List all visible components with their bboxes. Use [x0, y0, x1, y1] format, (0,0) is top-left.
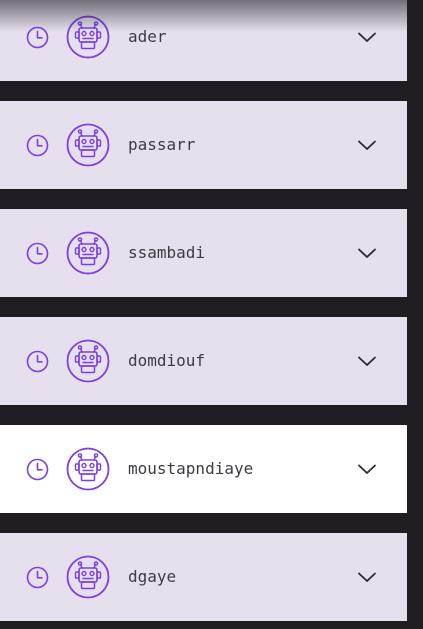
- chevron-down-icon[interactable]: [356, 461, 378, 477]
- robot-icon: [66, 123, 110, 167]
- user-row[interactable]: ader: [0, 0, 407, 81]
- robot-icon: [66, 339, 110, 383]
- user-row[interactable]: dgaye: [0, 533, 407, 621]
- clock-icon: [26, 26, 49, 49]
- robot-icon: [66, 447, 110, 491]
- username-label: ader: [128, 27, 167, 46]
- robot-icon: [66, 555, 110, 599]
- scroll-gutter: [407, 0, 423, 629]
- robot-icon: [66, 231, 110, 275]
- username-label: dgaye: [128, 567, 177, 586]
- username-label: ssambadi: [128, 243, 206, 262]
- chevron-down-icon[interactable]: [356, 245, 378, 261]
- clock-icon: [26, 566, 49, 589]
- robot-icon: [66, 15, 110, 59]
- username-label: domdiouf: [128, 351, 206, 370]
- clock-icon: [26, 350, 49, 373]
- username-label: moustapndiaye: [128, 459, 254, 478]
- user-row[interactable]: passarr: [0, 101, 407, 189]
- clock-icon: [26, 242, 49, 265]
- chevron-down-icon[interactable]: [356, 137, 378, 153]
- chevron-down-icon[interactable]: [356, 29, 378, 45]
- user-row[interactable]: moustapndiaye: [0, 425, 407, 513]
- user-row[interactable]: domdiouf: [0, 317, 407, 405]
- clock-icon: [26, 458, 49, 481]
- clock-icon: [26, 134, 49, 157]
- user-row[interactable]: ssambadi: [0, 209, 407, 297]
- chevron-down-icon[interactable]: [356, 353, 378, 369]
- username-label: passarr: [128, 135, 196, 154]
- chevron-down-icon[interactable]: [356, 569, 378, 585]
